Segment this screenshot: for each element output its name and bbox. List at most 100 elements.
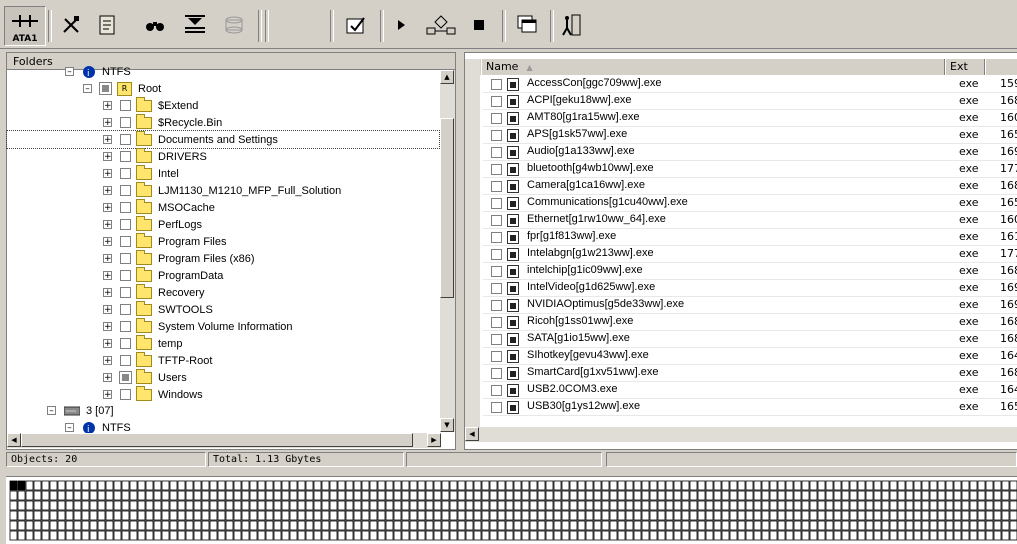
tree-item-folder[interactable]: + Program Files <box>103 232 226 250</box>
script-button[interactable] <box>90 8 124 42</box>
tree-item-folder[interactable]: + Documents and Settings <box>6 130 440 149</box>
tools-button[interactable] <box>54 8 88 42</box>
expand-icon[interactable]: + <box>103 373 112 383</box>
column-ext[interactable]: Ext <box>945 59 985 75</box>
file-checkbox[interactable] <box>491 164 502 175</box>
file-row[interactable]: Communications[g1cu40ww].exe exe 165 <box>483 195 1017 212</box>
scheme-button[interactable] <box>424 8 458 42</box>
expand-icon[interactable]: + <box>103 186 112 196</box>
folder-checkbox[interactable] <box>120 185 131 196</box>
expand-icon[interactable]: + <box>103 356 112 366</box>
folder-checkbox[interactable] <box>120 202 131 213</box>
folder-checkbox[interactable] <box>120 151 131 162</box>
exit-button[interactable] <box>554 8 588 42</box>
folder-checkbox[interactable] <box>120 100 131 111</box>
file-checkbox[interactable] <box>491 402 502 413</box>
file-row[interactable]: USB2.0COM3.exe exe 164 <box>483 382 1017 399</box>
folder-checkbox[interactable] <box>120 389 131 400</box>
expand-icon[interactable]: + <box>103 101 112 111</box>
expand-icon[interactable]: + <box>103 152 112 162</box>
file-row[interactable]: USB30[g1ys12ww].exe exe 165 <box>483 399 1017 416</box>
folder-checkbox[interactable] <box>119 371 132 384</box>
file-row[interactable]: Ricoh[g1ss01ww].exe exe 168 <box>483 314 1017 331</box>
file-checkbox[interactable] <box>491 147 502 158</box>
expand-icon[interactable]: + <box>103 322 112 332</box>
windows-button[interactable] <box>510 8 544 42</box>
file-row[interactable]: AMT80[g1ra15ww].exe exe 160 <box>483 110 1017 127</box>
file-row[interactable]: Audio[g1a133ww].exe exe 169 <box>483 144 1017 161</box>
file-row[interactable]: SATA[g1io15ww].exe exe 168 <box>483 331 1017 348</box>
tree-item-folder[interactable]: + LJM1130_M1210_MFP_Full_Solution <box>103 181 341 199</box>
scroll-right-icon[interactable]: ▶ <box>427 433 441 447</box>
folder-checkbox[interactable] <box>120 253 131 264</box>
tree-item-folder[interactable]: + SWTOOLS <box>103 300 213 318</box>
folder-checkbox[interactable] <box>120 304 131 315</box>
file-row[interactable]: AccessCon[ggc709ww].exe exe 159 <box>483 76 1017 93</box>
scroll-left-icon[interactable]: ◀ <box>465 427 479 441</box>
recover-button[interactable] <box>340 8 374 42</box>
file-checkbox[interactable] <box>491 198 502 209</box>
folders-hscrollbar[interactable]: ◀ ▶ <box>7 433 441 448</box>
expand-icon[interactable]: + <box>103 288 112 298</box>
expand-icon[interactable]: + <box>103 237 112 247</box>
tree-item-folder[interactable]: + MSOCache <box>103 198 215 216</box>
collapse-icon[interactable]: – <box>83 84 92 94</box>
run-button[interactable] <box>384 8 418 42</box>
expand-icon[interactable]: + <box>103 118 112 128</box>
tree-item-folder[interactable]: + ProgramData <box>103 266 223 284</box>
tree-item-folder[interactable]: + Users <box>103 368 187 386</box>
column-size[interactable] <box>985 59 1017 75</box>
file-checkbox[interactable] <box>491 249 502 260</box>
file-row[interactable]: APS[g1sk57ww].exe exe 165 <box>483 127 1017 144</box>
file-row[interactable]: SIhotkey[gevu43ww].exe exe 164 <box>483 348 1017 365</box>
file-checkbox[interactable] <box>491 96 502 107</box>
expand-icon[interactable]: + <box>103 271 112 281</box>
collapse-icon[interactable]: – <box>65 67 74 77</box>
scroll-left-icon[interactable]: ◀ <box>7 433 21 447</box>
folder-checkbox[interactable] <box>120 355 131 366</box>
tree-item-folder[interactable]: + $Extend <box>103 96 198 114</box>
tree-item-folder[interactable]: + temp <box>103 334 182 352</box>
tree-item-folder[interactable]: + $Recycle.Bin <box>103 113 222 131</box>
expand-icon[interactable]: + <box>103 390 112 400</box>
tree-item-folder[interactable]: + Intel <box>103 164 179 182</box>
disk-button[interactable] <box>218 8 252 42</box>
folder-checkbox[interactable] <box>120 134 131 145</box>
file-checkbox[interactable] <box>491 283 502 294</box>
file-checkbox[interactable] <box>491 300 502 311</box>
root-checkbox[interactable] <box>99 82 112 95</box>
scroll-up-icon[interactable]: ▲ <box>440 70 454 84</box>
scroll-thumb[interactable] <box>21 433 413 447</box>
file-row[interactable]: bluetooth[g4wb10ww].exe exe 177 <box>483 161 1017 178</box>
folder-checkbox[interactable] <box>120 338 131 349</box>
ata1-drive-button[interactable]: ATA1 <box>4 6 46 46</box>
expand-icon[interactable]: + <box>103 135 112 145</box>
filter-button[interactable] <box>178 8 212 42</box>
file-checkbox[interactable] <box>491 351 502 362</box>
file-row[interactable]: NVIDIAOptimus[g5de33ww].exe exe 169 <box>483 297 1017 314</box>
file-checkbox[interactable] <box>491 79 502 90</box>
file-row[interactable]: Ethernet[g1rw10ww_64].exe exe 160 <box>483 212 1017 229</box>
tree-item-folder[interactable]: + Program Files (x86) <box>103 249 255 267</box>
tree-item-folder[interactable]: + PerfLogs <box>103 215 202 233</box>
file-checkbox[interactable] <box>491 215 502 226</box>
expand-icon[interactable]: + <box>103 305 112 315</box>
file-checkbox[interactable] <box>491 232 502 243</box>
file-row[interactable]: ACPI[geku18ww].exe exe 168 <box>483 93 1017 110</box>
stop-button[interactable] <box>462 8 496 42</box>
file-checkbox[interactable] <box>491 385 502 396</box>
tree-item-folder[interactable]: + Recovery <box>103 283 204 301</box>
expand-icon[interactable]: + <box>103 220 112 230</box>
tree-item-folder[interactable]: + TFTP-Root <box>103 351 212 369</box>
column-name[interactable]: Name ▲ <box>481 59 945 75</box>
file-row[interactable]: fpr[g1f813ww].exe exe 161 <box>483 229 1017 246</box>
expand-icon[interactable]: + <box>103 339 112 349</box>
tree-node-root[interactable]: – R Root <box>83 80 161 97</box>
folder-checkbox[interactable] <box>120 321 131 332</box>
folder-checkbox[interactable] <box>120 117 131 128</box>
find-button[interactable] <box>138 8 172 42</box>
folder-checkbox[interactable] <box>120 168 131 179</box>
file-checkbox[interactable] <box>491 334 502 345</box>
folder-checkbox[interactable] <box>120 219 131 230</box>
expand-icon[interactable]: + <box>103 254 112 264</box>
